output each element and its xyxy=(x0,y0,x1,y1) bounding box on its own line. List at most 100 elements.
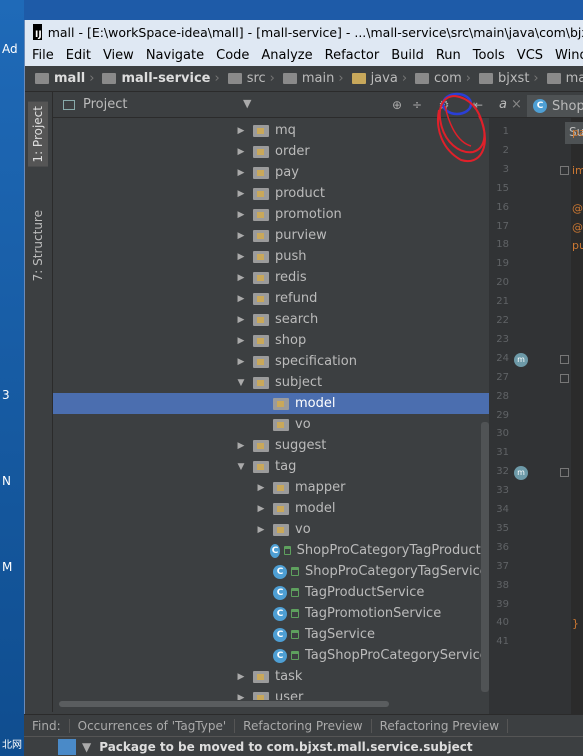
chevron-right-icon[interactable]: ▶ xyxy=(255,483,267,493)
breadcrumb-item[interactable]: com › xyxy=(415,71,475,86)
chevron-down-icon[interactable]: ▼ xyxy=(243,97,251,110)
tree-item-tagpromotionservice[interactable]: C TagPromotionService xyxy=(53,603,489,624)
chevron-right-icon[interactable]: ▶ xyxy=(235,231,247,241)
tree-item-task[interactable]: ▶ task xyxy=(53,666,489,687)
tree-item-tagshopprocategoryservice[interactable]: C TagShopProCategoryService xyxy=(53,645,489,666)
menu-analyze[interactable]: Analyze xyxy=(254,48,317,63)
tree-item-subject[interactable]: ▼ subject xyxy=(53,372,489,393)
fold-marker[interactable] xyxy=(560,354,569,364)
tab-refactoring-preview[interactable]: Refactoring Preview xyxy=(235,718,372,733)
fold-marker[interactable] xyxy=(560,165,569,175)
menu-view[interactable]: View xyxy=(96,48,139,63)
package-icon xyxy=(253,355,269,368)
chevron-right-icon[interactable]: ▶ xyxy=(255,525,267,535)
tree-item-label: pay xyxy=(275,165,299,180)
chevron-right-icon[interactable]: ▶ xyxy=(255,504,267,514)
tree-item-label: mq xyxy=(275,123,296,138)
project-tool-tab[interactable]: 1: Project xyxy=(28,102,48,167)
chevron-right-icon[interactable]: ▶ xyxy=(235,315,247,325)
tree-item-shop[interactable]: ▶ shop xyxy=(53,330,489,351)
breadcrumb-item[interactable]: bjxst › xyxy=(478,71,543,86)
chevron-down-icon[interactable]: ▼ xyxy=(82,740,91,754)
tree-item-vo[interactable]: ▶ vo xyxy=(53,519,489,540)
tree-item-tagservice[interactable]: C TagService xyxy=(53,624,489,645)
editor-tab[interactable]: a xyxy=(499,97,507,112)
tab-occurrences[interactable]: Occurrences of 'TagType' xyxy=(70,718,236,733)
tree-item-suggest[interactable]: ▶ suggest xyxy=(53,435,489,456)
menu-edit[interactable]: Edit xyxy=(59,48,96,63)
chevron-right-icon[interactable]: ▶ xyxy=(235,336,247,346)
chevron-right-icon[interactable]: ▶ xyxy=(235,294,247,304)
chevron-right-icon[interactable]: ▶ xyxy=(235,147,247,157)
tree-item-shopprocategorytagservice[interactable]: C ShopProCategoryTagService xyxy=(53,561,489,582)
menu-run[interactable]: Run xyxy=(429,48,466,63)
tree-item-tagproductservice[interactable]: C TagProductService xyxy=(53,582,489,603)
chevron-right-icon[interactable]: ▶ xyxy=(235,273,247,283)
tree-item-user[interactable]: ▶ user xyxy=(53,687,489,700)
project-view-selector[interactable]: Project xyxy=(83,97,127,112)
tree-item-pay[interactable]: ▶ pay xyxy=(53,162,489,183)
tab-refactoring-preview[interactable]: Refactoring Preview xyxy=(372,718,509,733)
chevron-right-icon[interactable]: ▶ xyxy=(235,168,247,178)
breadcrumb-item[interactable]: mall› xyxy=(35,71,98,86)
chevron-down-icon[interactable]: ▼ xyxy=(235,378,247,388)
menu-vcs[interactable]: VCS xyxy=(510,48,548,63)
breadcrumb-item[interactable]: mall-service › xyxy=(102,71,223,86)
tree-item-shopprocategorytagproducts[interactable]: C ShopProCategoryTagProductS xyxy=(53,540,489,561)
package-icon xyxy=(253,124,269,137)
ide-window: IJ mall - [E:\workSpace-idea\mall] - [ma… xyxy=(24,20,583,756)
scrollbar-thumb[interactable] xyxy=(59,701,389,707)
chevron-right-icon[interactable]: ▶ xyxy=(235,189,247,199)
menu-tools[interactable]: Tools xyxy=(466,48,510,63)
filter-icon[interactable] xyxy=(58,738,76,755)
menu-navigate[interactable]: Navigate xyxy=(139,48,209,63)
tree-item-mq[interactable]: ▶ mq xyxy=(53,120,489,141)
fold-marker[interactable] xyxy=(560,373,569,383)
close-icon[interactable]: × xyxy=(511,97,522,112)
menu-window[interactable]: Window xyxy=(548,48,583,63)
method-icon[interactable]: m xyxy=(514,466,528,481)
locate-icon[interactable]: ⊕ xyxy=(390,98,404,112)
breadcrumb-item[interactable]: mall› xyxy=(546,71,583,86)
structure-tool-tab[interactable]: 7: Structure xyxy=(31,210,45,281)
chevron-right-icon[interactable]: ▶ xyxy=(235,126,247,136)
tree-item-refund[interactable]: ▶ refund xyxy=(53,288,489,309)
tree-item-product[interactable]: ▶ product xyxy=(53,183,489,204)
menu-refactor[interactable]: Refactor xyxy=(318,48,385,63)
menu-build[interactable]: Build xyxy=(384,48,429,63)
tree-item-mapper[interactable]: ▶ mapper xyxy=(53,477,489,498)
chevron-right-icon[interactable]: ▶ xyxy=(235,252,247,262)
package-icon xyxy=(546,73,561,84)
tree-item-model[interactable]: model xyxy=(53,393,489,414)
tree-item-search[interactable]: ▶ search xyxy=(53,309,489,330)
chevron-right-icon[interactable]: ▶ xyxy=(235,672,247,682)
chevron-right-icon[interactable]: ▶ xyxy=(235,210,247,220)
chevron-right-icon[interactable]: ▶ xyxy=(235,357,247,367)
tree-item-vo[interactable]: vo xyxy=(53,414,489,435)
vertical-scrollbar[interactable] xyxy=(481,422,489,692)
method-icon[interactable]: m xyxy=(514,352,528,367)
chevron-down-icon[interactable]: ▼ xyxy=(235,462,247,472)
chevron-right-icon[interactable]: ▶ xyxy=(235,441,247,451)
tree-item-redis[interactable]: ▶ redis xyxy=(53,267,489,288)
tree-item-purview[interactable]: ▶ purview xyxy=(53,225,489,246)
tree-item-push[interactable]: ▶ push xyxy=(53,246,489,267)
tree-item-promotion[interactable]: ▶ promotion xyxy=(53,204,489,225)
menu-code[interactable]: Code xyxy=(209,48,254,63)
fold-marker[interactable] xyxy=(560,468,569,478)
tree-item-tag[interactable]: ▼ tag xyxy=(53,456,489,477)
breadcrumb-item[interactable]: src › xyxy=(227,71,279,86)
project-tree: ▶ mq ▶ order ▶ pay ▶ product ▶ promotion ▶ purview ▶… xyxy=(53,120,489,700)
tree-item-specification[interactable]: ▶ specification xyxy=(53,351,489,372)
editor-tab[interactable]: C ShopC xyxy=(527,95,583,117)
tree-item-model[interactable]: ▶ model xyxy=(53,498,489,519)
chevron-right-icon[interactable]: ▶ xyxy=(235,693,247,701)
horizontal-scrollbar[interactable] xyxy=(53,700,489,708)
menu-file[interactable]: File xyxy=(25,48,59,63)
collapse-icon[interactable]: ÷ xyxy=(410,98,424,112)
breadcrumb-item[interactable]: main › xyxy=(282,71,348,86)
tree-item-order[interactable]: ▶ order xyxy=(53,141,489,162)
code-line: } xyxy=(572,617,579,631)
line-number: 18 xyxy=(496,239,509,251)
breadcrumb-item[interactable]: java › xyxy=(351,71,411,86)
